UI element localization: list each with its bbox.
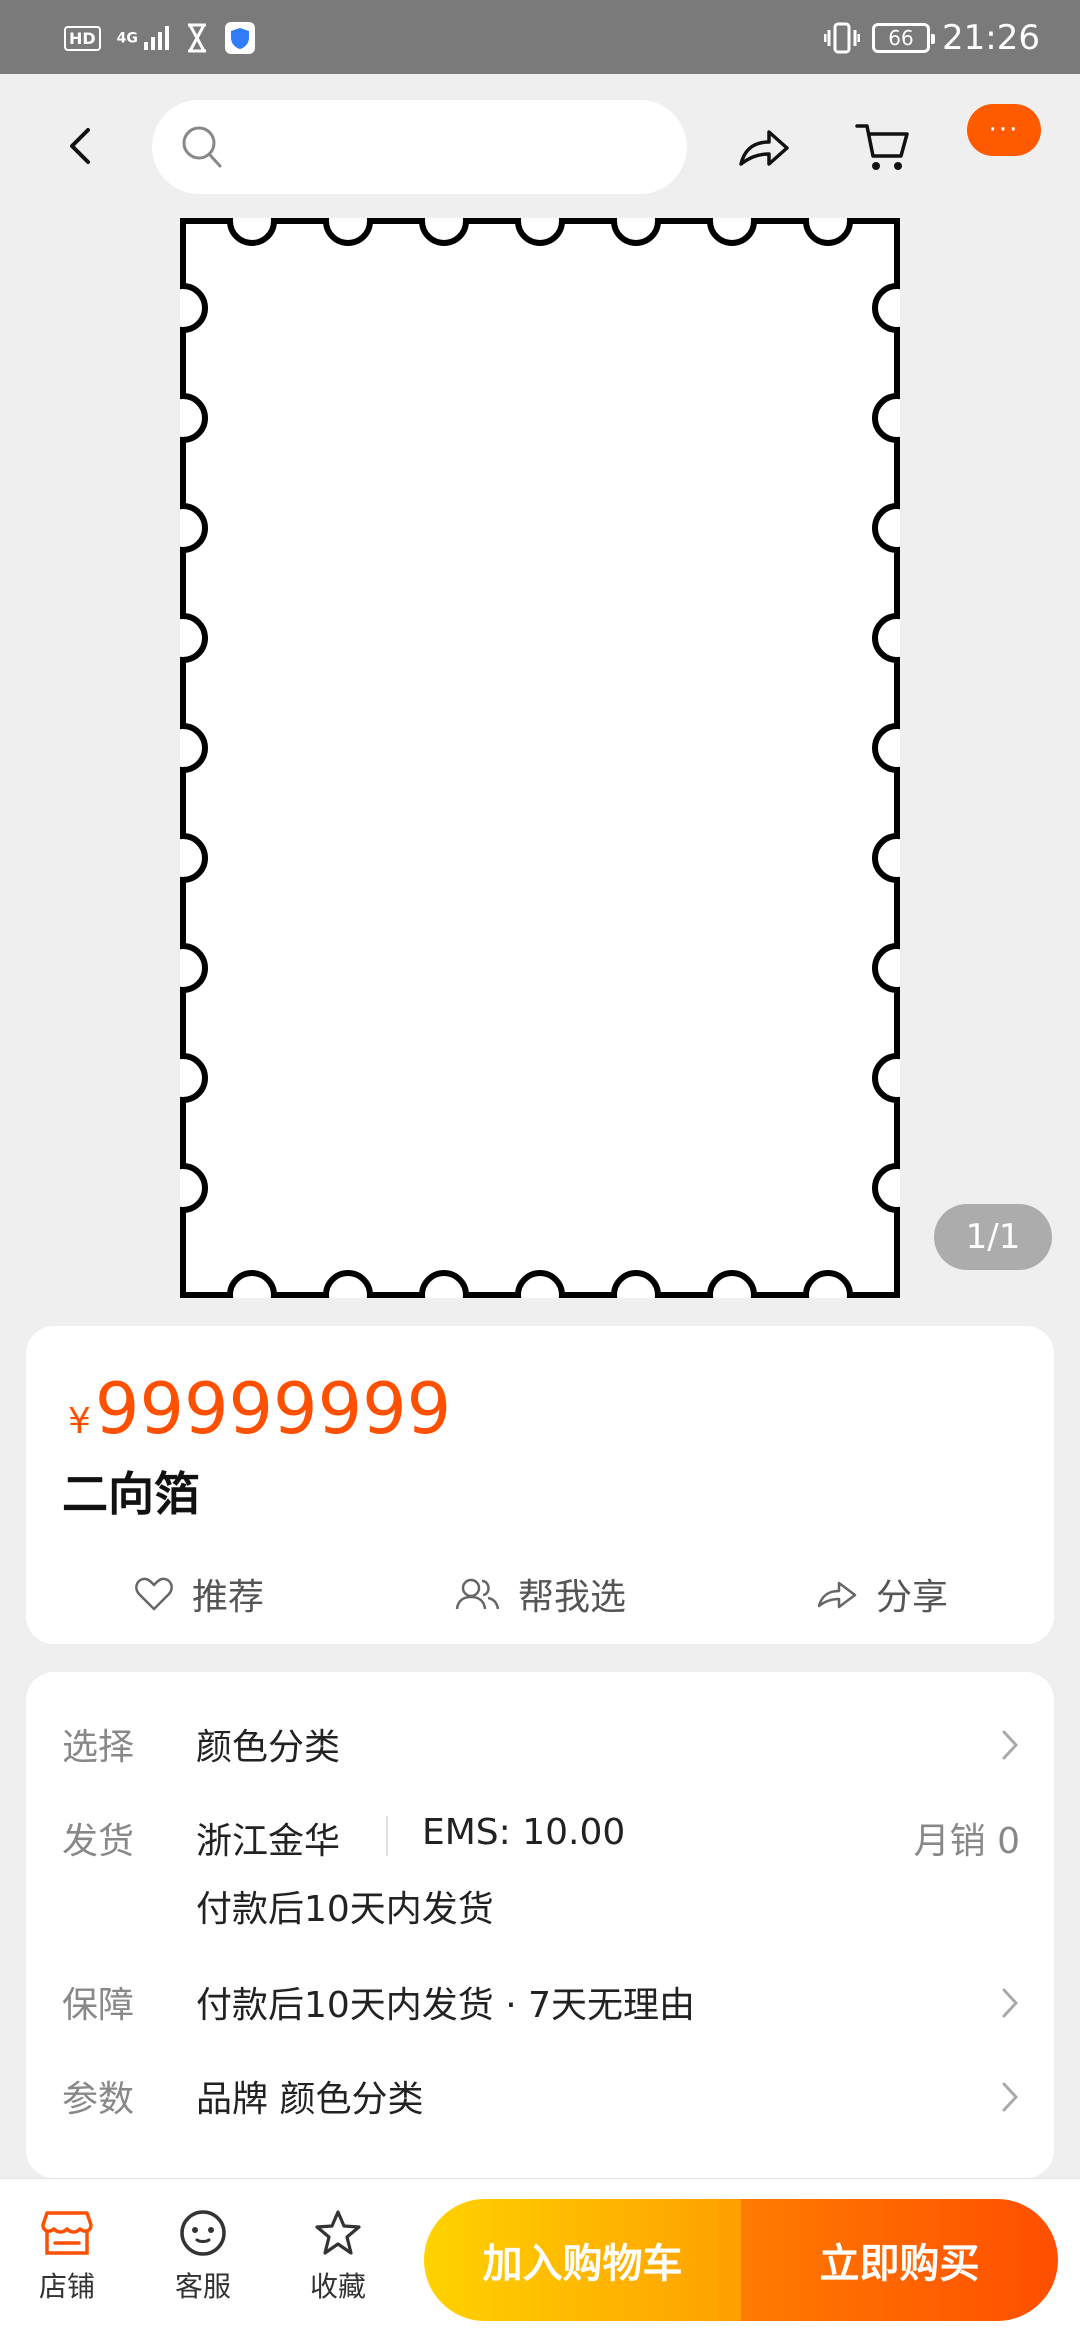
- shop-tab[interactable]: 店铺: [12, 2209, 122, 2305]
- info-card: 选择 颜色分类 发货 浙江金华 EMS: 10.00 月销 0 付款后10天内发…: [26, 1672, 1054, 2178]
- battery-icon: 66: [872, 23, 936, 53]
- cart-icon: [855, 124, 909, 170]
- help-choose-button[interactable]: 帮我选: [454, 1558, 626, 1630]
- buy-now-button[interactable]: 立即购买: [741, 2199, 1058, 2321]
- hourglass-icon: [188, 23, 206, 53]
- price: 99999999: [94, 1368, 452, 1450]
- help-choose-label: 帮我选: [518, 1577, 627, 1618]
- status-right: 66 21:26: [824, 18, 1040, 58]
- shipping-origin: 浙江金华: [196, 1821, 341, 1862]
- service-tab[interactable]: 客服: [148, 2209, 258, 2305]
- chevron-right-icon: [1002, 1988, 1019, 2018]
- back-button[interactable]: [50, 116, 110, 176]
- currency-symbol: ¥: [68, 1401, 91, 1442]
- chevron-right-icon: [1002, 2082, 1019, 2112]
- guarantee-label: 保障: [62, 1985, 135, 2026]
- favorite-label: 收藏: [309, 2270, 366, 2303]
- vibrate-icon: [824, 22, 861, 54]
- price-row: ¥ 99999999: [68, 1368, 451, 1450]
- people-icon: [455, 1578, 500, 1610]
- recommend-label: 推荐: [192, 1577, 265, 1618]
- select-row[interactable]: 选择 颜色分类: [26, 1718, 1054, 1778]
- shipping-time-row: 付款后10天内发货: [26, 1880, 1054, 1940]
- shipping-time: 付款后10天内发货: [196, 1889, 494, 1930]
- shop-label: 店铺: [38, 2270, 95, 2303]
- clock: 21:26: [942, 18, 1040, 58]
- select-label: 选择: [62, 1727, 135, 1768]
- shield-icon: [225, 22, 255, 54]
- signal-bars-icon: [144, 26, 169, 50]
- top-nav: ···: [0, 74, 1080, 216]
- shipping-row: 发货 浙江金华 EMS: 10.00 月销 0: [26, 1812, 1054, 1872]
- status-bar: HD 4G 66 21:26: [0, 0, 1080, 74]
- shop-icon: [41, 2211, 93, 2255]
- hd-badge: HD: [64, 25, 101, 51]
- params-label: 参数: [62, 2079, 135, 2120]
- recommend-button[interactable]: 推荐: [134, 1558, 264, 1630]
- favorite-tab[interactable]: 收藏: [283, 2209, 393, 2305]
- search-icon: [182, 126, 222, 168]
- customer-service-icon: [180, 2210, 226, 2256]
- guarantee-value: 付款后10天内发货 · 7天无理由: [196, 1985, 696, 2026]
- price-card: ¥ 99999999 二向箔 推荐 帮我选 分享: [26, 1326, 1054, 1644]
- product-actions: 推荐 帮我选 分享: [26, 1558, 1054, 1630]
- status-left: HD 4G: [64, 20, 255, 56]
- network-type: 4G: [116, 30, 138, 47]
- params-row[interactable]: 参数 品牌 颜色分类: [26, 2070, 1054, 2130]
- search-box[interactable]: [152, 100, 687, 194]
- share-icon: [739, 130, 789, 166]
- chevron-right-icon: [1002, 1730, 1019, 1760]
- product-detail-page: HD 4G 66 21:26 ··· 1/1 ¥ 99999999 二向箔 推荐…: [0, 0, 1080, 2340]
- params-value: 品牌 颜色分类: [196, 2079, 424, 2120]
- share-label: 分享: [876, 1577, 949, 1618]
- add-to-cart-button[interactable]: 加入购物车: [424, 2199, 741, 2321]
- product-image[interactable]: [180, 218, 900, 1298]
- divider: [386, 1816, 388, 1856]
- chevron-left-icon: [70, 128, 90, 164]
- purchase-buttons: 加入购物车 立即购买: [424, 2199, 1058, 2321]
- select-value: 颜色分类: [196, 1727, 341, 1768]
- heart-icon: [135, 1577, 173, 1611]
- share-icon: [817, 1581, 857, 1609]
- service-label: 客服: [174, 2270, 231, 2303]
- bottom-action-bar: 店铺 客服 收藏 加入购物车 立即购买: [0, 2178, 1080, 2340]
- shipping-fee: EMS: 10.00: [422, 1812, 626, 1853]
- product-title: 二向箔: [62, 1467, 200, 1521]
- search-input[interactable]: [242, 100, 662, 194]
- shipping-label: 发货: [62, 1821, 135, 1862]
- guarantee-row[interactable]: 保障 付款后10天内发货 · 7天无理由: [26, 1976, 1054, 2036]
- share-button[interactable]: [733, 118, 793, 178]
- star-icon: [315, 2210, 361, 2255]
- more-button[interactable]: ···: [967, 104, 1041, 156]
- monthly-sales: 月销 0: [913, 1821, 1020, 1862]
- image-counter: 1/1: [934, 1204, 1052, 1270]
- share-product-button[interactable]: 分享: [816, 1558, 948, 1630]
- signal-icon: 4G: [117, 26, 169, 50]
- cart-button[interactable]: [853, 116, 913, 176]
